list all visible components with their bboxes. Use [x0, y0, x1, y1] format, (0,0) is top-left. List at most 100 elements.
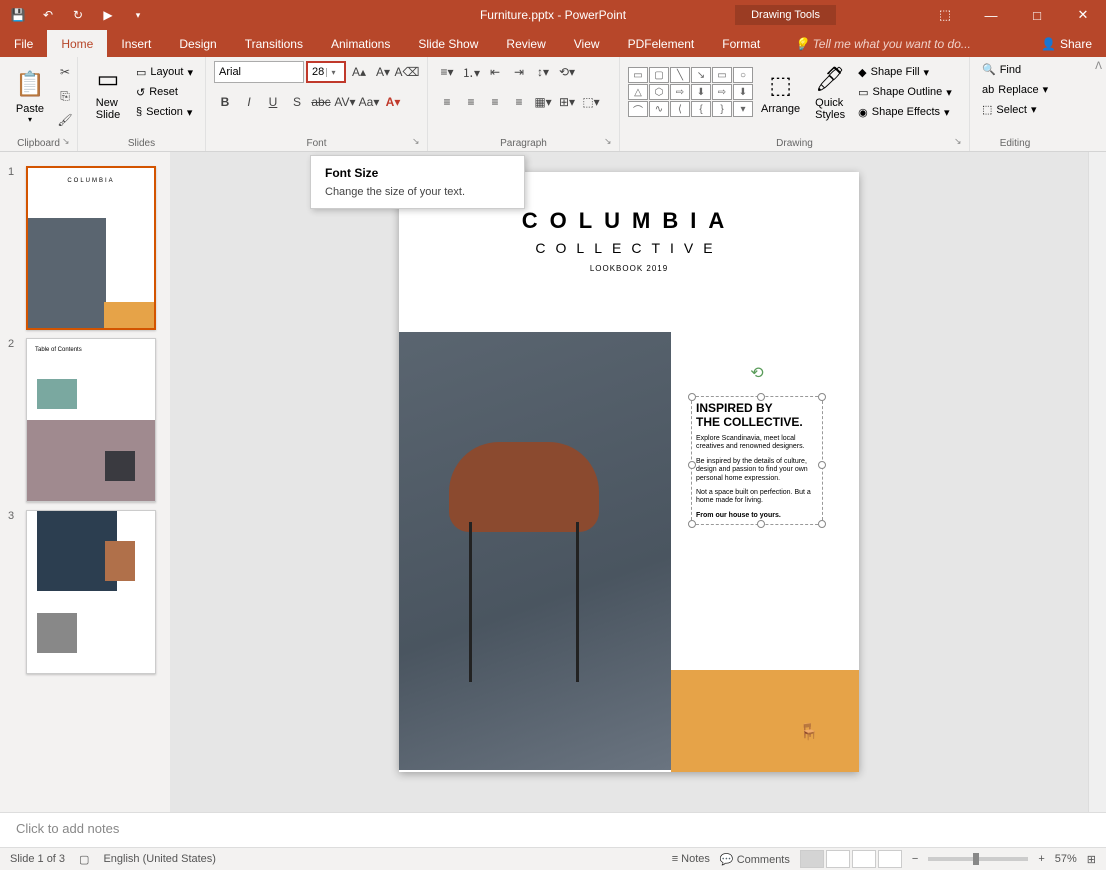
increase-indent-icon[interactable]: ⇥: [508, 61, 530, 83]
font-name-input[interactable]: [214, 61, 304, 83]
bold-icon[interactable]: B: [214, 91, 236, 113]
slide-indicator[interactable]: Slide 1 of 3: [10, 853, 65, 865]
select-button[interactable]: ⬚ Select ▾: [978, 101, 1052, 118]
arrange-button[interactable]: ⬚ Arrange: [755, 67, 806, 117]
thumbnail-slide-1[interactable]: COLUMBIA: [26, 166, 156, 330]
clipboard-launcher-icon[interactable]: ↘: [62, 136, 74, 148]
numbering-icon[interactable]: ⒈▾: [460, 61, 482, 83]
shape-fill-button[interactable]: ◆ Shape Fill ▾: [854, 64, 956, 81]
align-left-icon[interactable]: ≡: [436, 91, 458, 113]
drawing-launcher-icon[interactable]: ↘: [954, 136, 966, 148]
font-color-icon[interactable]: A▾: [382, 91, 404, 113]
align-center-icon[interactable]: ≡: [460, 91, 482, 113]
zoom-thumb[interactable]: [973, 853, 979, 865]
find-button[interactable]: 🔍 Find: [978, 61, 1052, 78]
justify-icon[interactable]: ≡: [508, 91, 530, 113]
font-size-dropdown-icon[interactable]: ▾: [326, 68, 340, 77]
tab-format[interactable]: Format: [708, 30, 774, 57]
reset-button[interactable]: ↺ Reset: [132, 84, 197, 101]
selected-textbox[interactable]: ⟲ INSPIRED BY THE COLLECTIVE. Explore Sc…: [691, 396, 823, 525]
resize-handle[interactable]: [818, 461, 826, 469]
slide-editor[interactable]: COLUMBIA COLLECTIVE LOOKBOOK 2019 🪑 ⟲: [170, 152, 1088, 812]
strikethrough-icon[interactable]: abc: [310, 91, 332, 113]
tab-view[interactable]: View: [560, 30, 614, 57]
tab-file[interactable]: File: [0, 30, 47, 57]
decrease-indent-icon[interactable]: ⇤: [484, 61, 506, 83]
text-direction-icon[interactable]: ⟲▾: [556, 61, 578, 83]
tab-review[interactable]: Review: [492, 30, 559, 57]
slide-lookbook-text[interactable]: LOOKBOOK 2019: [399, 264, 859, 273]
increase-font-icon[interactable]: A▴: [348, 61, 370, 83]
thumbnail-slide-2[interactable]: Table of Contents: [26, 338, 156, 502]
resize-handle[interactable]: [688, 520, 696, 528]
tab-slideshow[interactable]: Slide Show: [404, 30, 492, 57]
slide-subtitle-text[interactable]: COLLECTIVE: [399, 240, 859, 256]
tab-animations[interactable]: Animations: [317, 30, 404, 57]
paste-button[interactable]: 📋 Paste ▾: [8, 67, 52, 126]
notes-pane[interactable]: Click to add notes: [0, 812, 1106, 847]
minimize-button[interactable]: —: [968, 0, 1014, 30]
resize-handle[interactable]: [688, 393, 696, 401]
quick-styles-button[interactable]: 🖊 Quick Styles: [808, 61, 852, 123]
ribbon-display-icon[interactable]: ⬚: [922, 0, 968, 30]
fit-to-window-icon[interactable]: ⊞: [1087, 853, 1096, 866]
zoom-out-icon[interactable]: −: [912, 853, 918, 865]
shadow-icon[interactable]: S: [286, 91, 308, 113]
slide-sorter-view-button[interactable]: [826, 850, 850, 868]
slide-main-image[interactable]: [399, 332, 671, 770]
share-button[interactable]: 👤 Share: [1027, 37, 1106, 51]
align-text-icon[interactable]: ⊞▾: [556, 91, 578, 113]
save-icon[interactable]: 💾: [10, 7, 26, 23]
qat-customize-icon[interactable]: ▾: [130, 7, 146, 23]
accent-block[interactable]: 🪑: [671, 670, 859, 772]
copy-icon[interactable]: ⎘: [54, 85, 76, 107]
decrease-font-icon[interactable]: A▾: [372, 61, 394, 83]
columns-icon[interactable]: ▦▾: [532, 91, 554, 113]
resize-handle[interactable]: [757, 393, 765, 401]
tab-home[interactable]: Home: [47, 30, 107, 57]
normal-view-button[interactable]: [800, 850, 824, 868]
section-button[interactable]: § Section ▾: [132, 104, 197, 121]
notes-toggle[interactable]: ≡ Notes: [672, 853, 710, 865]
char-spacing-icon[interactable]: AV▾: [334, 91, 356, 113]
start-from-beginning-icon[interactable]: ▶: [100, 7, 116, 23]
zoom-level[interactable]: 57%: [1055, 853, 1077, 865]
italic-icon[interactable]: I: [238, 91, 260, 113]
slideshow-view-button[interactable]: [878, 850, 902, 868]
reading-view-button[interactable]: [852, 850, 876, 868]
line-spacing-icon[interactable]: ↕▾: [532, 61, 554, 83]
tab-transitions[interactable]: Transitions: [231, 30, 317, 57]
shape-effects-button[interactable]: ◉ Shape Effects ▾: [854, 104, 956, 121]
font-size-input[interactable]: 28 ▾: [306, 61, 346, 83]
format-painter-icon[interactable]: 🖌: [54, 109, 76, 131]
clear-formatting-icon[interactable]: A⌫: [396, 61, 418, 83]
shapes-gallery[interactable]: ▭▢╲↘▭○ △⬡⇨⬇⇨⬇ ⌒∿⟨{}▾: [628, 67, 753, 117]
thumbnail-slide-3[interactable]: [26, 510, 156, 674]
vertical-scrollbar[interactable]: [1088, 152, 1106, 812]
rotate-handle-icon[interactable]: ⟲: [750, 363, 763, 383]
zoom-slider[interactable]: [928, 857, 1028, 861]
cut-icon[interactable]: ✂: [54, 61, 76, 83]
resize-handle[interactable]: [818, 520, 826, 528]
close-button[interactable]: ✕: [1060, 0, 1106, 30]
smartart-icon[interactable]: ⬚▾: [580, 91, 602, 113]
resize-handle[interactable]: [818, 393, 826, 401]
paragraph-launcher-icon[interactable]: ↘: [604, 136, 616, 148]
tab-insert[interactable]: Insert: [107, 30, 165, 57]
replace-button[interactable]: ab Replace ▾: [978, 81, 1052, 98]
collapse-ribbon-icon[interactable]: ᐱ: [1095, 61, 1102, 72]
change-case-icon[interactable]: Aa▾: [358, 91, 380, 113]
shape-outline-button[interactable]: ▭ Shape Outline ▾: [854, 84, 956, 101]
maximize-button[interactable]: □: [1014, 0, 1060, 30]
zoom-in-icon[interactable]: +: [1038, 853, 1044, 865]
new-slide-button[interactable]: ▭ New Slide: [86, 61, 130, 123]
undo-icon[interactable]: ↶: [40, 7, 56, 23]
tab-pdfelement[interactable]: PDFelement: [614, 30, 709, 57]
redo-icon[interactable]: ↻: [70, 7, 86, 23]
slide-canvas[interactable]: COLUMBIA COLLECTIVE LOOKBOOK 2019 🪑 ⟲: [399, 172, 859, 772]
spellcheck-icon[interactable]: ▢: [79, 853, 89, 866]
tell-me-input[interactable]: 💡 Tell me what you want to do...: [774, 37, 1027, 51]
bullets-icon[interactable]: ≡▾: [436, 61, 458, 83]
tab-design[interactable]: Design: [165, 30, 230, 57]
resize-handle[interactable]: [757, 520, 765, 528]
